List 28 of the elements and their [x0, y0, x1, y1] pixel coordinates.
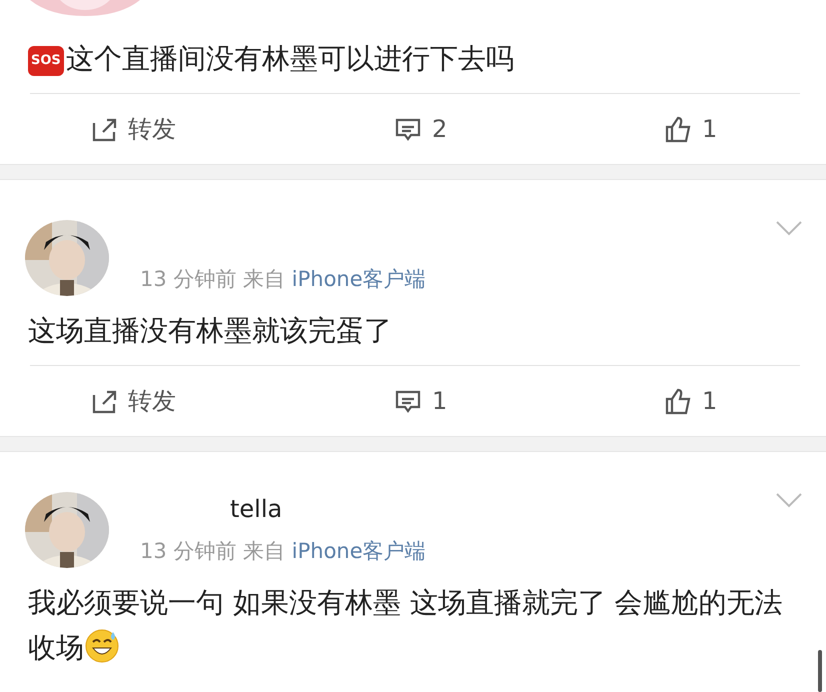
scrollbar[interactable]	[818, 650, 822, 692]
likes-count: 1	[702, 115, 718, 143]
post-text: 这场直播没有林墨就该完蛋了	[27, 313, 393, 349]
post-time: 13 分钟前	[140, 539, 236, 563]
comments-count: 1	[432, 387, 448, 415]
likes-button[interactable]: 1	[554, 387, 786, 415]
comments-count: 2	[432, 115, 448, 143]
repost-count: 转发	[128, 386, 176, 417]
comments-button[interactable]: 1	[322, 387, 554, 415]
repost-button[interactable]: 转发	[90, 113, 322, 145]
source-label: 来自	[243, 267, 286, 291]
likes-count: 1	[702, 387, 718, 415]
source-link[interactable]: iPhone客户端	[292, 267, 426, 291]
repost-button[interactable]: 转发	[90, 385, 322, 417]
comments-button[interactable]: 2	[322, 115, 554, 143]
source-label: 来自	[243, 539, 286, 563]
username[interactable]: tella	[230, 495, 282, 525]
repost-count: 转发	[128, 114, 176, 145]
post-text: 我必须要说一句 如果没有林墨 这场直播就完了 会尴尬的无法收场	[27, 585, 784, 666]
source-link[interactable]: iPhone客户端	[292, 539, 426, 563]
likes-button[interactable]: 1	[554, 115, 786, 143]
chevron-down-icon[interactable]	[776, 492, 802, 508]
chevron-down-icon[interactable]	[776, 220, 802, 236]
thumbs-up-icon	[664, 115, 692, 143]
post-text: SOS 这个直播间没有林墨可以进行下去吗	[0, 16, 826, 81]
grinning-sweat-icon	[84, 628, 120, 664]
post-time: 13 分钟前	[140, 267, 236, 291]
thumbs-up-icon	[664, 387, 692, 415]
